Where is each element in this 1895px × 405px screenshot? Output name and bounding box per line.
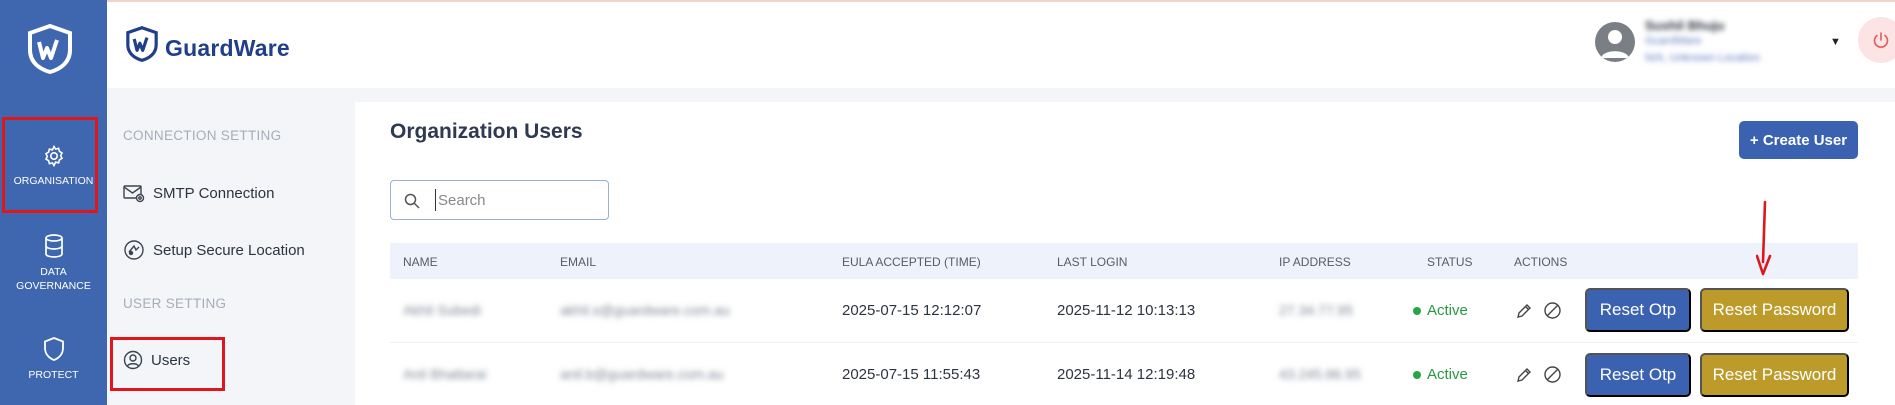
disable-icon[interactable] bbox=[1543, 301, 1562, 320]
cell-ip: 43.245.86.95 bbox=[1279, 366, 1361, 382]
avatar-icon[interactable] bbox=[1595, 22, 1635, 62]
mail-settings-icon bbox=[123, 185, 145, 203]
status-text: Active bbox=[1427, 366, 1468, 383]
user-organization: GuardWare bbox=[1645, 35, 1702, 47]
brand-name: GuardWare bbox=[165, 35, 290, 61]
search-icon bbox=[404, 193, 420, 209]
column-header-email: EMAIL bbox=[560, 255, 597, 269]
status-badge: Active bbox=[1413, 366, 1468, 383]
guardware-logo-icon[interactable] bbox=[26, 24, 74, 74]
column-header-name: NAME bbox=[403, 255, 438, 269]
disable-icon[interactable] bbox=[1543, 365, 1562, 384]
column-header-ip: IP ADDRESS bbox=[1279, 255, 1351, 269]
status-dot-icon bbox=[1413, 306, 1421, 315]
database-icon bbox=[44, 234, 63, 258]
sidebar-item-label: SMTP Connection bbox=[153, 184, 275, 202]
cell-last-login: 2025-11-14 12:19:48 bbox=[1057, 366, 1196, 383]
cell-eula: 2025-07-15 11:55:43 bbox=[842, 366, 981, 383]
guardware-brand-icon bbox=[126, 26, 158, 62]
table-row: Akhil Subedi akhil.s@guardware.com.au 20… bbox=[390, 279, 1858, 343]
user-name: Sushil Bhuju bbox=[1645, 18, 1725, 33]
section-user-setting: USER SETTING bbox=[123, 296, 227, 311]
reset-password-button[interactable]: Reset Password bbox=[1700, 288, 1849, 332]
brand-area: GuardWare bbox=[107, 2, 344, 88]
power-icon bbox=[1873, 32, 1889, 48]
avatar-person-icon bbox=[1601, 30, 1629, 58]
rail-label-protect: PROTECT bbox=[28, 369, 79, 381]
caret-down-icon[interactable]: ▼ bbox=[1830, 36, 1841, 48]
secure-location-icon bbox=[124, 240, 144, 260]
user-location: N/A, Unknown Location bbox=[1645, 52, 1760, 64]
cell-name: Akhil Subedi bbox=[403, 302, 481, 318]
rail-item-data-governance[interactable]: DATA GOVERNANCE bbox=[0, 233, 107, 293]
search-box bbox=[390, 180, 609, 220]
status-badge: Active bbox=[1413, 302, 1468, 319]
annotation-arrow-icon bbox=[1756, 200, 1772, 276]
highlight-box-organisation bbox=[2, 117, 98, 213]
reset-password-button[interactable]: Reset Password bbox=[1700, 353, 1849, 397]
rail-label-data: DATA bbox=[40, 266, 67, 278]
section-connection-setting: CONNECTION SETTING bbox=[123, 128, 282, 143]
column-header-eula: EULA ACCEPTED (TIME) bbox=[842, 255, 981, 269]
highlight-box-users bbox=[110, 337, 225, 391]
rail-label-governance: GOVERNANCE bbox=[16, 280, 91, 292]
cell-name: Anil Bhattarai bbox=[403, 366, 487, 382]
cell-email: akhil.s@guardware.com.au bbox=[560, 302, 730, 318]
reset-otp-button[interactable]: Reset Otp bbox=[1585, 288, 1691, 332]
sidebar-item-smtp-connection[interactable]: SMTP Connection bbox=[123, 183, 274, 203]
cell-email: anil.b@guardware.com.au bbox=[560, 366, 724, 382]
edit-pencil-icon[interactable] bbox=[1515, 302, 1533, 320]
table-header: NAME EMAIL EULA ACCEPTED (TIME) LAST LOG… bbox=[390, 243, 1858, 279]
sidebar-item-setup-secure-location[interactable]: Setup Secure Location bbox=[123, 239, 305, 261]
reset-otp-button[interactable]: Reset Otp bbox=[1585, 353, 1691, 397]
status-dot-icon bbox=[1413, 370, 1421, 379]
create-user-button[interactable]: + Create User bbox=[1739, 121, 1858, 159]
cell-ip: 27.34.77.95 bbox=[1279, 302, 1353, 318]
cell-last-login: 2025-11-12 10:13:13 bbox=[1057, 302, 1196, 319]
table-row: Anil Bhattarai anil.b@guardware.com.au 2… bbox=[390, 343, 1858, 405]
status-text: Active bbox=[1427, 302, 1468, 319]
cell-eula: 2025-07-15 12:12:07 bbox=[842, 302, 982, 319]
rail-item-protect[interactable]: PROTECT bbox=[0, 336, 107, 382]
edit-pencil-icon[interactable] bbox=[1515, 366, 1533, 384]
search-input[interactable] bbox=[435, 189, 595, 211]
shield-icon bbox=[43, 337, 64, 361]
page-title: Organization Users bbox=[390, 120, 583, 143]
column-header-last-login: LAST LOGIN bbox=[1057, 255, 1128, 269]
sidebar-item-label: Setup Secure Location bbox=[153, 241, 305, 259]
column-header-status: STATUS bbox=[1427, 255, 1473, 269]
column-header-actions: ACTIONS bbox=[1514, 255, 1568, 269]
